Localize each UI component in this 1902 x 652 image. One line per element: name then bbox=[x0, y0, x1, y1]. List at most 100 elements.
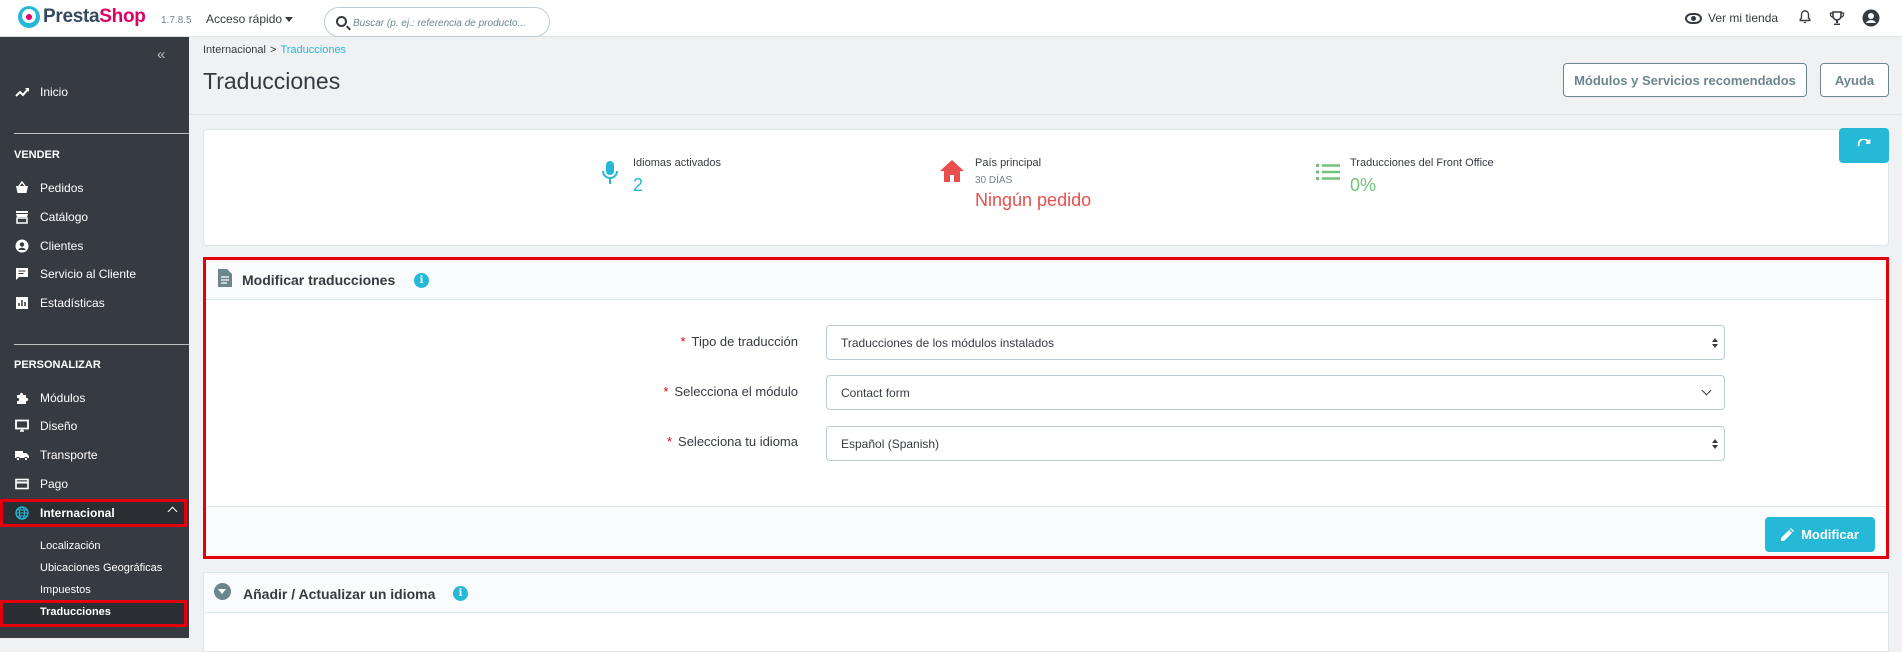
refresh-icon bbox=[1857, 138, 1871, 146]
sidebar-item-payment[interactable]: Pago bbox=[0, 471, 189, 497]
sidebar-item-label: Clientes bbox=[40, 239, 84, 253]
sidebar-subitem-localization[interactable]: Localización bbox=[40, 540, 101, 552]
kpi-sublabel: 30 DÍAS bbox=[975, 175, 1013, 186]
field-label-language: * Selecciona tu idioma bbox=[626, 434, 798, 449]
kpi-value: Ningún pedido bbox=[975, 190, 1092, 210]
account-circle-icon bbox=[14, 239, 30, 253]
kpi-label: Idiomas activados bbox=[633, 157, 722, 169]
document-icon bbox=[218, 269, 232, 287]
credit-card-icon bbox=[14, 477, 30, 491]
microphone-icon bbox=[602, 161, 618, 184]
chevron-up-icon bbox=[167, 506, 178, 517]
language-select[interactable]: Español (Spanish) bbox=[826, 426, 1725, 461]
sidebar-item-label: Estadísticas bbox=[40, 296, 105, 310]
sidebar-item-label: Internacional bbox=[40, 506, 115, 520]
panel-header[interactable]: Añadir / Actualizar un idioma i bbox=[204, 573, 1888, 613]
field-label-text: Tipo de traducción bbox=[691, 334, 798, 349]
sidebar-item-label: Pedidos bbox=[40, 181, 84, 195]
modify-button-label: Modificar bbox=[1801, 527, 1859, 542]
refresh-kpi-button[interactable] bbox=[1839, 128, 1889, 163]
field-label-text: Selecciona el módulo bbox=[674, 384, 798, 399]
breadcrumb: Internacional > Traducciones bbox=[203, 44, 346, 56]
sidebar-item-label: Catálogo bbox=[40, 210, 89, 224]
search-icon[interactable] bbox=[336, 16, 347, 27]
recommended-modules-button[interactable]: Módulos y Servicios recomendados bbox=[1563, 63, 1807, 97]
bar-chart-icon bbox=[14, 296, 30, 310]
sidebar-subitem-translations[interactable]: Traducciones bbox=[40, 606, 111, 618]
sidebar-item-customers[interactable]: Clientes bbox=[0, 233, 189, 259]
required-mark: * bbox=[680, 334, 686, 349]
truck-icon bbox=[14, 448, 30, 462]
sidebar-item-shipping[interactable]: Transporte bbox=[0, 442, 189, 468]
home-icon bbox=[940, 160, 964, 182]
sidebar-item-modules[interactable]: Módulos bbox=[0, 385, 189, 411]
page-title: Traducciones bbox=[203, 68, 341, 94]
sidebar-item-international[interactable]: Internacional bbox=[0, 499, 187, 527]
list-icon bbox=[1316, 164, 1340, 180]
brand-presta: Presta bbox=[43, 6, 100, 27]
kpi-front-office[interactable]: Traducciones del Front Office 0% bbox=[1350, 157, 1494, 196]
required-mark: * bbox=[663, 384, 669, 399]
sidebar-subitem-locations[interactable]: Ubicaciones Geográficas bbox=[40, 562, 162, 574]
chat-icon bbox=[14, 267, 30, 281]
store-icon bbox=[14, 210, 30, 224]
chevron-down-icon bbox=[1701, 385, 1712, 396]
kpi-languages[interactable]: Idiomas activados 2 bbox=[633, 157, 721, 196]
sidebar-item-orders[interactable]: Pedidos bbox=[0, 175, 189, 201]
sidebar-item-catalog[interactable]: Catálogo bbox=[0, 204, 189, 230]
sidebar-item-label: Módulos bbox=[40, 391, 86, 405]
breadcrumb-separator: > bbox=[270, 44, 277, 56]
sidebar-divider bbox=[14, 344, 189, 345]
module-select[interactable]: Contact form bbox=[826, 375, 1725, 410]
desktop-icon bbox=[14, 419, 30, 433]
sidebar-item-label: Pago bbox=[40, 477, 69, 491]
select-value: Traducciones de los módulos instalados bbox=[841, 335, 1055, 350]
select-value: Contact form bbox=[841, 385, 910, 400]
info-icon[interactable]: i bbox=[414, 273, 429, 288]
view-store-link[interactable]: Ver mi tienda bbox=[1685, 11, 1778, 25]
notifications-bell-icon[interactable] bbox=[1798, 10, 1812, 24]
caret-down-icon bbox=[285, 17, 294, 23]
panel-footer: Modificar bbox=[206, 506, 1886, 556]
search-box[interactable] bbox=[324, 7, 550, 37]
required-mark: * bbox=[666, 434, 673, 449]
kpi-value: 0% bbox=[1350, 175, 1377, 195]
translation-type-select[interactable]: Traducciones de los módulos instalados bbox=[826, 325, 1725, 360]
brand-name: PrestaShop bbox=[43, 6, 146, 28]
version-label: 1.7.8.5 bbox=[161, 15, 192, 26]
account-icon[interactable] bbox=[1862, 9, 1880, 27]
sidebar-section-customize: PERSONALIZAR bbox=[14, 359, 101, 371]
modify-button[interactable]: Modificar bbox=[1765, 517, 1875, 552]
field-label-module: * Selecciona el módulo bbox=[626, 384, 798, 399]
help-button[interactable]: Ayuda bbox=[1820, 63, 1889, 97]
add-language-panel: Añadir / Actualizar un idioma i bbox=[203, 572, 1889, 652]
search-input[interactable] bbox=[353, 14, 543, 32]
expand-circle-icon[interactable] bbox=[214, 583, 231, 600]
quick-access-dropdown[interactable]: Acceso rápido bbox=[206, 12, 294, 26]
breadcrumb-parent[interactable]: Internacional bbox=[203, 44, 266, 56]
trophy-icon[interactable] bbox=[1829, 10, 1845, 26]
kpi-main-country[interactable]: País principal 30 DÍAS Ningún pedido bbox=[975, 157, 1091, 211]
select-value: Español (Spanish) bbox=[841, 436, 940, 451]
sidebar-item-design[interactable]: Diseño bbox=[0, 413, 189, 439]
sidebar-item-home[interactable]: Inicio bbox=[0, 79, 189, 105]
quick-access-label: Acceso rápido bbox=[206, 12, 283, 26]
breadcrumb-current[interactable]: Traducciones bbox=[280, 44, 346, 56]
info-icon[interactable]: i bbox=[453, 586, 468, 601]
eye-icon bbox=[1685, 12, 1702, 24]
sidebar-item-stats[interactable]: Estadísticas bbox=[0, 290, 189, 316]
kpi-value: 2 bbox=[633, 175, 644, 195]
sidebar-item-label: Servicio al Cliente bbox=[40, 267, 137, 281]
view-store-label: Ver mi tienda bbox=[1708, 11, 1779, 25]
field-label-text: Selecciona tu idioma bbox=[678, 434, 798, 449]
sidebar: « Inicio VENDER Pedidos Catálogo Cliente… bbox=[0, 37, 189, 638]
shopping-basket-icon bbox=[14, 181, 30, 195]
prestashop-logo[interactable]: PrestaShop bbox=[18, 6, 146, 28]
sidebar-item-customer-service[interactable]: Servicio al Cliente bbox=[0, 261, 189, 287]
sidebar-subitem-taxes[interactable]: Impuestos bbox=[40, 584, 91, 596]
modify-translations-panel: Modificar traducciones i * Tipo de traduc… bbox=[203, 257, 1889, 559]
panel-title: Añadir / Actualizar un idioma bbox=[243, 586, 436, 602]
collapse-sidebar-icon[interactable]: « bbox=[157, 46, 166, 63]
sidebar-item-label: Transporte bbox=[40, 448, 98, 462]
puzzle-icon bbox=[14, 391, 30, 405]
